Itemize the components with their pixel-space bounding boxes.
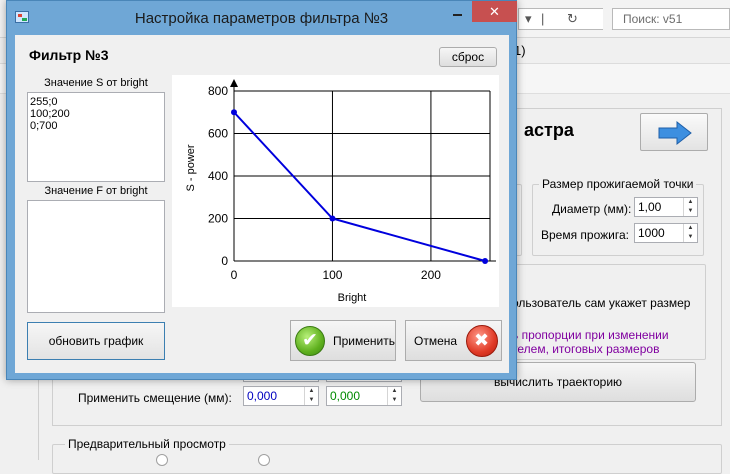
spin-arrows-icon[interactable]: ▲ ▼ (683, 198, 697, 216)
apply-button-label: Применить (333, 334, 396, 348)
chart-svg: 0 200 400 600 800 0 100 200 Bright S - power (185, 79, 496, 304)
offset-x-value: 0,000 (247, 389, 278, 403)
refresh-icon[interactable]: ↻ (567, 11, 578, 27)
spin-arrows-icon[interactable]: ▲ ▼ (387, 387, 401, 405)
reset-button[interactable]: сброс (439, 47, 497, 67)
group-title: Размер прожигаемой точки (539, 177, 697, 191)
proportion-text-2: телем, итоговых размеров (512, 342, 660, 356)
dialog-title: Настройка параметров фильтра №3 (134, 10, 389, 27)
proportion-text: ь пропорции при изменении (512, 328, 669, 342)
x-axis-label: Bright (338, 292, 367, 304)
filter-title: Фильтр №3 (29, 47, 109, 63)
spin-arrows-icon[interactable]: ▲ ▼ (304, 387, 318, 405)
s-power-chart: 0 200 400 600 800 0 100 200 Bright S - power (172, 75, 499, 307)
checkmark-icon (295, 326, 325, 356)
x-tick-label: 100 (322, 268, 342, 282)
data-point (482, 258, 489, 264)
series-line (233, 111, 486, 262)
preview-radio-1[interactable] (156, 454, 168, 466)
f-values-textbox[interactable] (27, 200, 165, 313)
y-tick-label: 800 (208, 84, 228, 98)
burn-point-group: Размер прожигаемой точки (532, 177, 704, 256)
f-label: Значение F от bright (44, 185, 148, 197)
cancel-button-label: Отмена (414, 334, 458, 348)
diameter-input[interactable]: 1,00 ▲ ▼ (634, 197, 698, 217)
offset-y-input[interactable]: 0,000 ▲ ▼ (326, 386, 402, 406)
separator-icon: | (541, 11, 545, 26)
diameter-label: Диаметр (мм): (552, 202, 632, 216)
y-tick-label: 600 (208, 127, 228, 141)
cross-icon (466, 325, 498, 357)
spin-arrows-icon[interactable]: ▲ ▼ (683, 224, 697, 242)
y-tick-label: 400 (208, 169, 228, 183)
preview-radio-2[interactable] (258, 454, 270, 466)
group-title: Предварительный просмотр (65, 437, 229, 451)
data-point (329, 215, 336, 222)
y-axis-arrow-icon (230, 79, 238, 87)
update-chart-button[interactable]: обновить график (27, 322, 165, 360)
next-button[interactable] (640, 113, 708, 151)
offset-y-value: 0,000 (330, 389, 361, 403)
close-icon: ✕ (489, 4, 500, 19)
user-size-option[interactable]: ользователь сам укажет размер (512, 296, 690, 310)
offset-x-input[interactable]: 0,000 ▲ ▼ (243, 386, 319, 406)
dialog-titlebar[interactable]: Настройка параметров фильтра №3 ✕ (7, 1, 517, 35)
s-label: Значение S от bright (44, 77, 148, 89)
filter-settings-dialog: Настройка параметров фильтра №3 ✕ Фильтр… (6, 0, 517, 380)
apply-offset-label: Применить смещение (мм): (78, 391, 232, 405)
y-tick-label: 0 (221, 254, 228, 268)
cancel-button[interactable]: Отмена (405, 320, 502, 361)
preview-group: Предварительный просмотр (52, 437, 722, 474)
dialog-client-area: Фильтр №3 сброс Значение S от bright 255… (15, 35, 509, 373)
search-input[interactable]: Поиск: v51 (612, 8, 730, 30)
burn-time-label: Время прожига: (541, 228, 629, 242)
data-point (231, 109, 237, 116)
burn-time-input[interactable]: 1000 ▲ ▼ (634, 223, 698, 243)
apply-button[interactable]: Применить (290, 320, 396, 361)
y-axis-label: S - power (185, 144, 197, 191)
section-title: астра (524, 120, 574, 140)
arrow-right-icon (658, 120, 692, 146)
minimize-button[interactable] (444, 1, 471, 22)
close-button[interactable]: ✕ (472, 1, 517, 22)
s-values-textbox[interactable]: 255;0 100;200 0;700 (27, 92, 165, 182)
burn-time-value: 1000 (638, 226, 665, 240)
dropdown-icon[interactable]: ▾ (525, 11, 532, 27)
diameter-value: 1,00 (638, 200, 662, 214)
address-bar[interactable]: ▾ | ↻ (518, 8, 603, 30)
y-tick-label: 200 (208, 212, 228, 226)
x-tick-label: 0 (231, 268, 238, 282)
x-tick-label: 200 (421, 268, 441, 282)
